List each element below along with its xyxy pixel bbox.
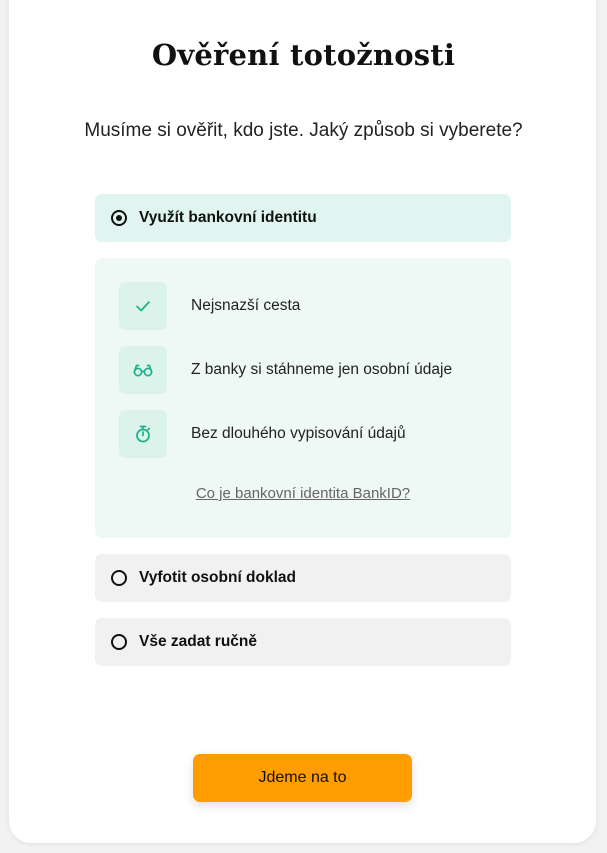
feature-item: Nejsnazší cesta — [119, 282, 300, 330]
option-manual-entry[interactable]: Vše zadat ručně — [95, 618, 511, 666]
option-label: Využít bankovní identitu — [139, 209, 317, 226]
option-bank-identity[interactable]: Využít bankovní identitu — [95, 194, 511, 242]
radio-unselected-icon[interactable] — [111, 634, 127, 650]
option-photo-document[interactable]: Vyfotit osobní doklad — [95, 554, 511, 602]
page-title: Ověření totožnosti — [151, 38, 456, 72]
radio-unselected-icon[interactable] — [111, 570, 127, 586]
bankid-info-link[interactable]: Co je bankovní identita BankID? — [95, 485, 511, 502]
check-icon — [119, 282, 167, 330]
page-subtitle: Musíme si ověřit, kdo jste. Jaký způsob … — [84, 120, 523, 141]
option-label: Vyfotit osobní doklad — [139, 569, 297, 586]
stopwatch-icon — [119, 410, 167, 458]
feature-item: Z banky si stáhneme jen osobní údaje — [119, 346, 452, 394]
glasses-icon — [119, 346, 167, 394]
feature-item: Bez dlouhého vypisování údajů — [119, 410, 406, 458]
bank-identity-panel: Nejsnazší cesta Z banky si stáhneme jen … — [95, 258, 511, 538]
feature-text: Nejsnazší cesta — [191, 297, 301, 314]
radio-selected-icon[interactable] — [111, 210, 127, 226]
feature-text: Z banky si stáhneme jen osobní údaje — [191, 361, 453, 378]
continue-button[interactable]: Jdeme na to — [193, 754, 412, 802]
option-label: Vše zadat ručně — [139, 633, 258, 650]
feature-text: Bez dlouhého vypisování údajů — [191, 425, 406, 442]
